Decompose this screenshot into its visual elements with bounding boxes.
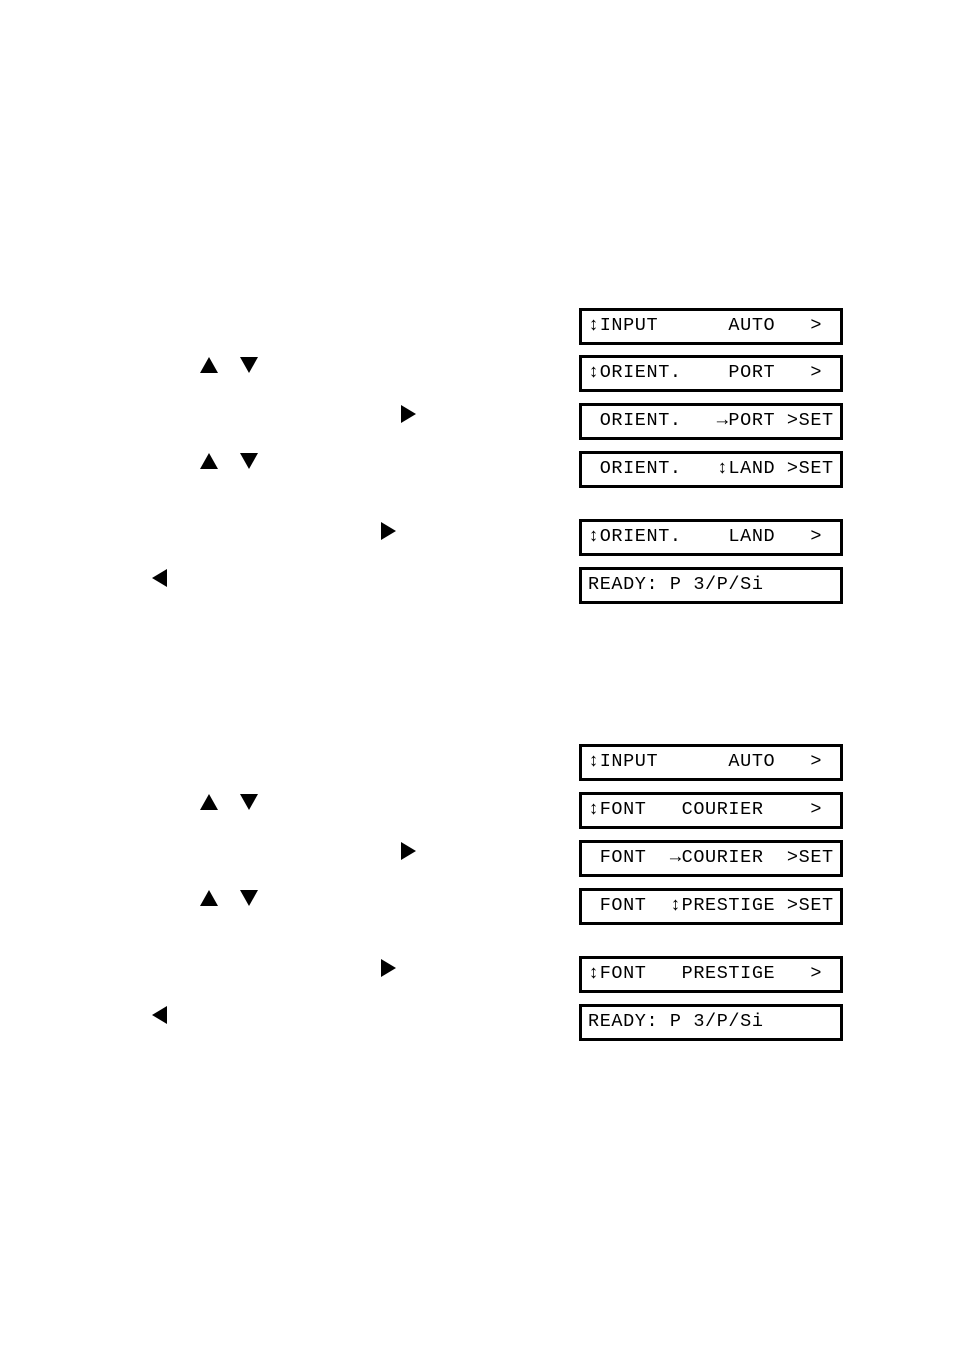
lcd-display-orient-step-6: READY: P 3/P/Si: [579, 567, 843, 604]
lcd-text-font-step-1: ↕INPUT AUTO >: [588, 751, 823, 773]
lcd-text-orient-step-3: ORIENT. →PORT >SET: [588, 410, 834, 432]
right-arrow-icon-orient-key-right-2[interactable]: [381, 522, 396, 540]
lcd-display-font-step-3: FONT →COURIER >SET: [579, 840, 843, 877]
right-arrow-icon-font-key-right-1[interactable]: [401, 842, 416, 860]
lcd-display-font-step-1: ↕INPUT AUTO >: [579, 744, 843, 781]
right-arrow-icon-orient-key-right-1[interactable]: [401, 405, 416, 423]
up-arrow-icon-font-key-up-1[interactable]: [200, 794, 218, 810]
down-arrow-icon-font-key-down-1[interactable]: [240, 794, 258, 810]
down-arrow-icon-font-key-down-2[interactable]: [240, 890, 258, 906]
lcd-display-font-step-5: ↕FONT PRESTIGE >: [579, 956, 843, 993]
lcd-text-font-step-2: ↕FONT COURIER >: [588, 799, 823, 821]
lcd-display-font-step-4: FONT ↕PRESTIGE >SET: [579, 888, 843, 925]
left-arrow-icon-orient-key-left-1[interactable]: [152, 569, 167, 587]
lcd-text-orient-step-2: ↕ORIENT. PORT >: [588, 362, 823, 384]
lcd-display-orient-step-2: ↕ORIENT. PORT >: [579, 355, 843, 392]
lcd-text-orient-step-1: ↕INPUT AUTO >: [588, 315, 823, 337]
lcd-display-orient-step-4: ORIENT. ↕LAND >SET: [579, 451, 843, 488]
lcd-text-font-step-4: FONT ↕PRESTIGE >SET: [588, 895, 834, 917]
document-page: ↕INPUT AUTO > ↕ORIENT. PORT > ORIENT. →PO…: [0, 0, 954, 1351]
down-arrow-icon-orient-key-down-2[interactable]: [240, 453, 258, 469]
up-arrow-icon-orient-key-up-2[interactable]: [200, 453, 218, 469]
lcd-text-orient-step-6: READY: P 3/P/Si: [588, 574, 764, 596]
up-arrow-icon-font-key-up-2[interactable]: [200, 890, 218, 906]
lcd-display-orient-step-1: ↕INPUT AUTO >: [579, 308, 843, 345]
lcd-text-font-step-5: ↕FONT PRESTIGE >: [588, 963, 823, 985]
lcd-display-orient-step-3: ORIENT. →PORT >SET: [579, 403, 843, 440]
lcd-display-orient-step-5: ↕ORIENT. LAND >: [579, 519, 843, 556]
left-arrow-icon-font-key-left-1[interactable]: [152, 1006, 167, 1024]
lcd-display-font-step-6: READY: P 3/P/Si: [579, 1004, 843, 1041]
lcd-display-font-step-2: ↕FONT COURIER >: [579, 792, 843, 829]
down-arrow-icon-orient-key-down-1[interactable]: [240, 357, 258, 373]
up-arrow-icon-orient-key-up-1[interactable]: [200, 357, 218, 373]
lcd-text-font-step-3: FONT →COURIER >SET: [588, 847, 834, 869]
lcd-text-font-step-6: READY: P 3/P/Si: [588, 1011, 764, 1033]
lcd-text-orient-step-5: ↕ORIENT. LAND >: [588, 526, 823, 548]
right-arrow-icon-font-key-right-2[interactable]: [381, 959, 396, 977]
lcd-text-orient-step-4: ORIENT. ↕LAND >SET: [588, 458, 834, 480]
